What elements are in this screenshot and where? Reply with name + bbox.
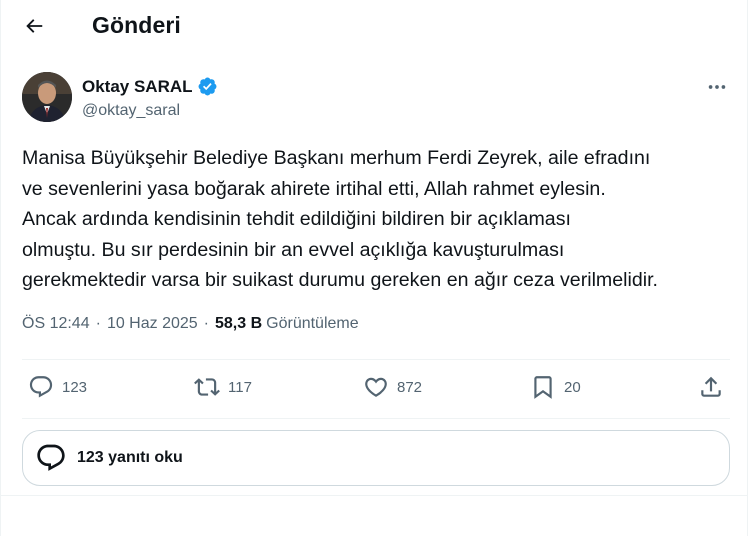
- like-button[interactable]: 872: [363, 374, 422, 400]
- views-label: Görüntüleme: [266, 315, 359, 332]
- read-replies-label: 123 yanıtı oku: [77, 449, 183, 466]
- tweet-text-line: Ancak ardında kendisinin tehdit edildiği…: [22, 208, 571, 230]
- verified-badge-icon[interactable]: [197, 76, 218, 97]
- tweet-text-line: Manisa Büyükşehir Belediye Başkanı merhu…: [22, 147, 651, 169]
- like-count: 872: [397, 378, 423, 396]
- avatar-image: [22, 72, 72, 122]
- arrow-left-icon: [26, 19, 43, 33]
- repost-count: 117: [228, 378, 252, 396]
- read-replies-button[interactable]: 123 yanıtı oku: [22, 430, 730, 486]
- bookmark-icon: [534, 376, 552, 399]
- more-horizontal-icon: [708, 85, 726, 89]
- speech-bubble-icon: [37, 444, 65, 471]
- bookmark-count: 20: [564, 378, 581, 396]
- heart-icon: [365, 377, 387, 397]
- repost-button[interactable]: 117: [194, 374, 252, 400]
- tweet-text: Manisa Büyükşehir Belediye Başkanı merhu…: [22, 143, 732, 296]
- tweet-actions-bar: 123 117 872 20: [0, 360, 748, 418]
- reply-button[interactable]: 123: [28, 374, 87, 400]
- tweet-text-line: gerekmektedir varsa bir suikast durumu g…: [22, 269, 658, 291]
- bookmark-button[interactable]: 20: [530, 374, 581, 400]
- tweet-time[interactable]: ÖS 12:44: [22, 315, 90, 333]
- tweet-meta: ÖS 12:44 · 10 Haz 2025 · 58,3 B Görüntül…: [22, 315, 359, 333]
- tweet-date[interactable]: 10 Haz 2025: [107, 315, 198, 333]
- divider: [22, 418, 730, 419]
- page-header: Gönderi: [0, 0, 748, 52]
- author-handle[interactable]: @oktay_saral: [82, 102, 180, 120]
- author-name-text: Oktay SARAL: [82, 76, 193, 96]
- page-title: Gönderi: [92, 12, 181, 38]
- share-button[interactable]: [698, 374, 724, 400]
- more-options-button[interactable]: [700, 70, 734, 104]
- meta-separator: ·: [95, 315, 101, 332]
- reply-count: 123: [62, 378, 88, 396]
- avatar[interactable]: [22, 72, 72, 122]
- meta-separator: ·: [203, 315, 209, 332]
- tweet-text-line: olmuştu. Bu sır perdesinin bir an evvel …: [22, 238, 565, 261]
- divider: [0, 495, 748, 496]
- author-name[interactable]: Oktay SARAL: [82, 76, 218, 97]
- share-icon: [701, 376, 721, 397]
- repost-icon: [194, 378, 220, 396]
- views-count: 58,3 B: [215, 315, 263, 332]
- tweet-text-line: ve sevenlerini yasa boğarak ahirete irti…: [22, 177, 606, 200]
- reply-icon: [29, 376, 53, 398]
- back-button[interactable]: [16, 8, 52, 44]
